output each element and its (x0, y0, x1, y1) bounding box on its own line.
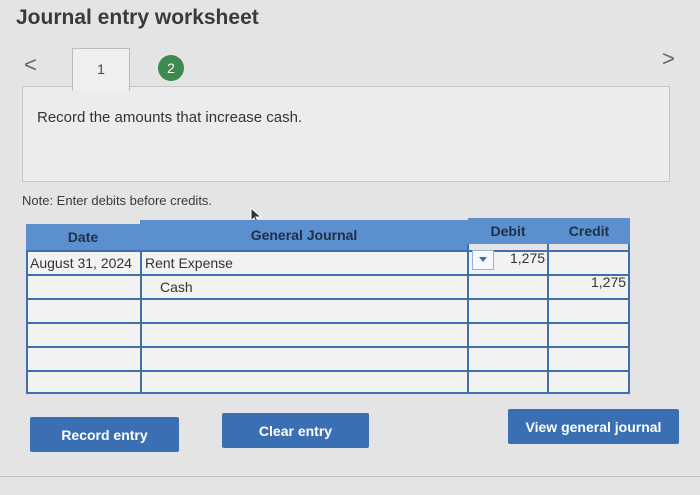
prompt-text: Record the amounts that increase cash. (37, 109, 303, 126)
bottom-divider (0, 476, 700, 477)
grid-line (26, 322, 630, 324)
row-1-date[interactable]: August 31, 2024 (30, 255, 132, 271)
grid-line (628, 244, 630, 394)
header-debit: Debit (468, 218, 548, 244)
header-date: Date (26, 224, 140, 250)
account-dropdown-button[interactable] (472, 250, 494, 270)
record-entry-button[interactable]: Record entry (30, 417, 179, 452)
grid-line (26, 392, 630, 394)
clear-entry-button[interactable]: Clear entry (222, 413, 369, 448)
note-text: Note: Enter debits before credits. (22, 193, 213, 208)
header-general-journal: General Journal (140, 220, 468, 250)
grid-line (26, 298, 630, 300)
prompt-box: Record the amounts that increase cash. (22, 86, 670, 182)
dropdown-arrow-icon (479, 257, 487, 262)
tab-1[interactable]: 1 (72, 48, 130, 91)
header-credit: Credit (548, 218, 630, 244)
row-1-account[interactable]: Rent Expense (145, 255, 233, 271)
grid-line (26, 250, 28, 394)
row-1-debit[interactable]: 1,275 (510, 250, 545, 266)
next-arrow[interactable]: > (662, 46, 675, 72)
grid-line (26, 274, 630, 276)
grid-line (467, 244, 469, 394)
grid-line (26, 370, 630, 372)
row-2-credit[interactable]: 1,275 (591, 274, 626, 290)
tab-2[interactable]: 2 (158, 55, 184, 81)
view-general-journal-button[interactable]: View general journal (508, 409, 679, 444)
grid-line (140, 250, 142, 394)
prev-arrow[interactable]: < (24, 52, 37, 78)
grid-line (26, 346, 630, 348)
grid-line (547, 244, 549, 394)
page-title: Journal entry worksheet (16, 6, 259, 29)
journal-table: Date General Journal Debit Credit August… (26, 218, 630, 394)
row-2-account[interactable]: Cash (160, 279, 193, 295)
